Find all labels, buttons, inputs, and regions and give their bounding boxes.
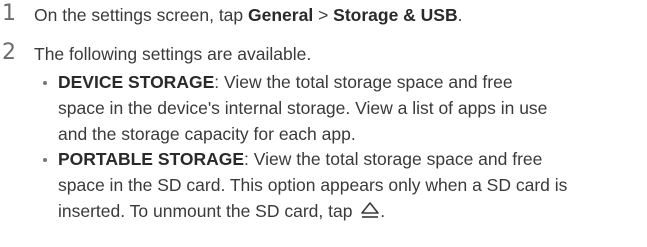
step-1-end: . xyxy=(457,5,463,25)
bullet-portable-storage xyxy=(43,158,47,162)
path-storage-usb: Storage & USB xyxy=(333,5,458,25)
step-1-lead: On the settings screen, tap xyxy=(34,5,249,25)
path-separator: > xyxy=(313,5,334,25)
portable-storage-end: . xyxy=(380,201,386,221)
portable-storage-line-1: PORTABLE STORAGE: View the total storage… xyxy=(58,147,542,171)
portable-storage-term: PORTABLE STORAGE xyxy=(58,149,245,169)
instruction-document: 1 On the settings screen, tap General > … xyxy=(0,0,647,247)
portable-storage-line-2: space in the SD card. This option appear… xyxy=(58,175,568,195)
step-number-2: 2 xyxy=(2,40,16,65)
device-storage-line-1: DEVICE STORAGE: View the total storage s… xyxy=(58,70,513,94)
device-storage-line-3: and the storage capacity for each app. xyxy=(58,124,356,144)
device-storage-desc-1: : View the total storage space and free xyxy=(214,72,513,92)
step-2-text: The following settings are available. xyxy=(34,44,312,64)
portable-storage-line-3: inserted. To unmount the SD card, tap . xyxy=(58,199,385,225)
portable-storage-desc-1: : View the total storage space and free xyxy=(244,149,543,169)
path-general: General xyxy=(248,5,314,25)
eject-icon xyxy=(360,201,380,225)
step-number-1: 1 xyxy=(2,1,16,26)
device-storage-term: DEVICE STORAGE xyxy=(58,72,215,92)
bullet-device-storage xyxy=(43,81,47,85)
portable-storage-desc-3: inserted. To unmount the SD card, tap xyxy=(58,201,358,221)
step-1-text: On the settings screen, tap General > St… xyxy=(34,3,463,27)
device-storage-line-2: space in the device's internal storage. … xyxy=(58,98,548,118)
